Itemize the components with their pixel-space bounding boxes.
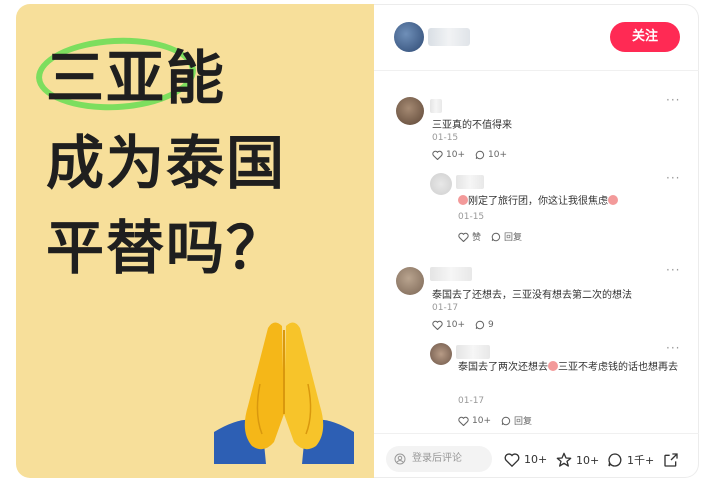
reply-label: 回复 <box>514 417 533 427</box>
engagement-bar: 登录后评论 10+ 10+ 1千+ <box>374 433 699 479</box>
reply-author-blurred[interactable] <box>456 175 484 189</box>
app-frame: 三亚能 成为泰国 平替吗？ 关注 ··· 三亚真的不值得来 01-15 10+ … <box>0 0 727 480</box>
more-icon[interactable]: ··· <box>666 341 680 355</box>
comment-text: 泰国去了还想去，三亚没有想去第二次的想法 <box>432 290 632 301</box>
comment-icon <box>501 416 511 425</box>
like-action[interactable]: 10+ <box>458 416 491 426</box>
like-action[interactable]: 10+ <box>432 320 465 330</box>
author-name-blurred[interactable] <box>428 28 470 46</box>
reply-actions: 赞 回复 <box>458 230 522 243</box>
follow-button[interactable]: 关注 <box>610 22 680 52</box>
comment-avatar[interactable] <box>396 97 424 125</box>
like-count: 10+ <box>524 453 548 466</box>
user-icon <box>394 453 406 465</box>
comment-actions: 10+ 9 <box>432 320 494 330</box>
reply-count: 10+ <box>488 150 507 160</box>
emoji-icon <box>548 361 558 371</box>
reply-actions: 10+ 回复 <box>458 414 532 427</box>
collect-button[interactable]: 10+ <box>556 452 599 468</box>
reply-author-blurred[interactable] <box>456 345 490 359</box>
headline-line-3: 平替吗？ <box>46 214 287 282</box>
comment-actions: 10+ 10+ <box>432 150 507 160</box>
heart-icon <box>458 232 469 242</box>
heart-icon <box>432 150 443 160</box>
more-icon[interactable]: ··· <box>666 93 680 107</box>
heart-icon <box>432 320 443 330</box>
comment-icon <box>475 320 485 330</box>
comment-avatar[interactable] <box>396 267 424 295</box>
reply-action[interactable]: 10+ <box>475 150 507 160</box>
reply-label: 回复 <box>504 233 523 243</box>
comment-author-blurred[interactable] <box>430 267 472 281</box>
like-count: 10+ <box>446 150 465 160</box>
comment-date: 01-17 <box>432 303 459 313</box>
headline-line-2: 成为泰国 <box>46 129 287 197</box>
comment-button[interactable]: 1千+ <box>607 452 654 468</box>
collect-count: 10+ <box>576 453 600 467</box>
reply-avatar[interactable] <box>430 173 452 195</box>
like-count: 10+ <box>472 415 491 426</box>
headline-line-1: 三亚能 <box>46 44 227 112</box>
heart-icon <box>504 453 520 467</box>
comment-author-blurred[interactable] <box>430 99 442 113</box>
author-bar: 关注 <box>374 5 699 71</box>
reply-date: 01-15 <box>458 212 485 222</box>
share-icon <box>664 453 678 467</box>
praying-hands-icon <box>204 314 364 464</box>
more-icon[interactable]: ··· <box>666 171 680 185</box>
comments-panel: 关注 ··· 三亚真的不值得来 01-15 10+ 10+ ··· 刚定了旅行团… <box>374 4 699 478</box>
post-image: 三亚能 成为泰国 平替吗？ <box>16 4 374 478</box>
more-icon[interactable]: ··· <box>666 263 680 277</box>
comment-icon <box>491 232 501 241</box>
comment-icon <box>608 453 622 467</box>
comment-icon <box>475 150 485 160</box>
like-action[interactable]: 赞 <box>458 230 481 243</box>
author-avatar[interactable] <box>394 22 424 52</box>
reply-action[interactable]: 9 <box>475 320 494 330</box>
reply-count: 9 <box>488 320 494 330</box>
comment-count: 1千+ <box>627 454 655 467</box>
reply-date: 01-17 <box>458 396 485 406</box>
reply-avatar[interactable] <box>430 343 452 365</box>
like-label: 赞 <box>472 233 482 243</box>
comment-input[interactable]: 登录后评论 <box>386 446 492 472</box>
emoji-icon <box>458 195 468 205</box>
comment-date: 01-15 <box>432 133 459 143</box>
like-button[interactable]: 10+ <box>504 452 547 467</box>
heart-icon <box>458 416 469 426</box>
like-action[interactable]: 10+ <box>432 150 465 160</box>
star-icon <box>556 452 572 467</box>
reply-text: 刚定了旅行团，你这让我很焦虑 <box>458 192 618 207</box>
comment-input-placeholder: 登录后评论 <box>412 453 462 464</box>
reply-text: 泰国去了两次还想去 三亚不考虑钱的话也想再去 <box>458 361 678 373</box>
post-headline: 三亚能 成为泰国 平替吗？ <box>46 36 286 291</box>
reply-action[interactable]: 回复 <box>501 414 532 427</box>
emoji-icon <box>608 195 618 205</box>
reply-action[interactable]: 回复 <box>491 230 522 243</box>
like-count: 10+ <box>446 320 465 330</box>
comment-text: 三亚真的不值得来 <box>432 120 512 131</box>
share-button[interactable] <box>663 452 679 468</box>
